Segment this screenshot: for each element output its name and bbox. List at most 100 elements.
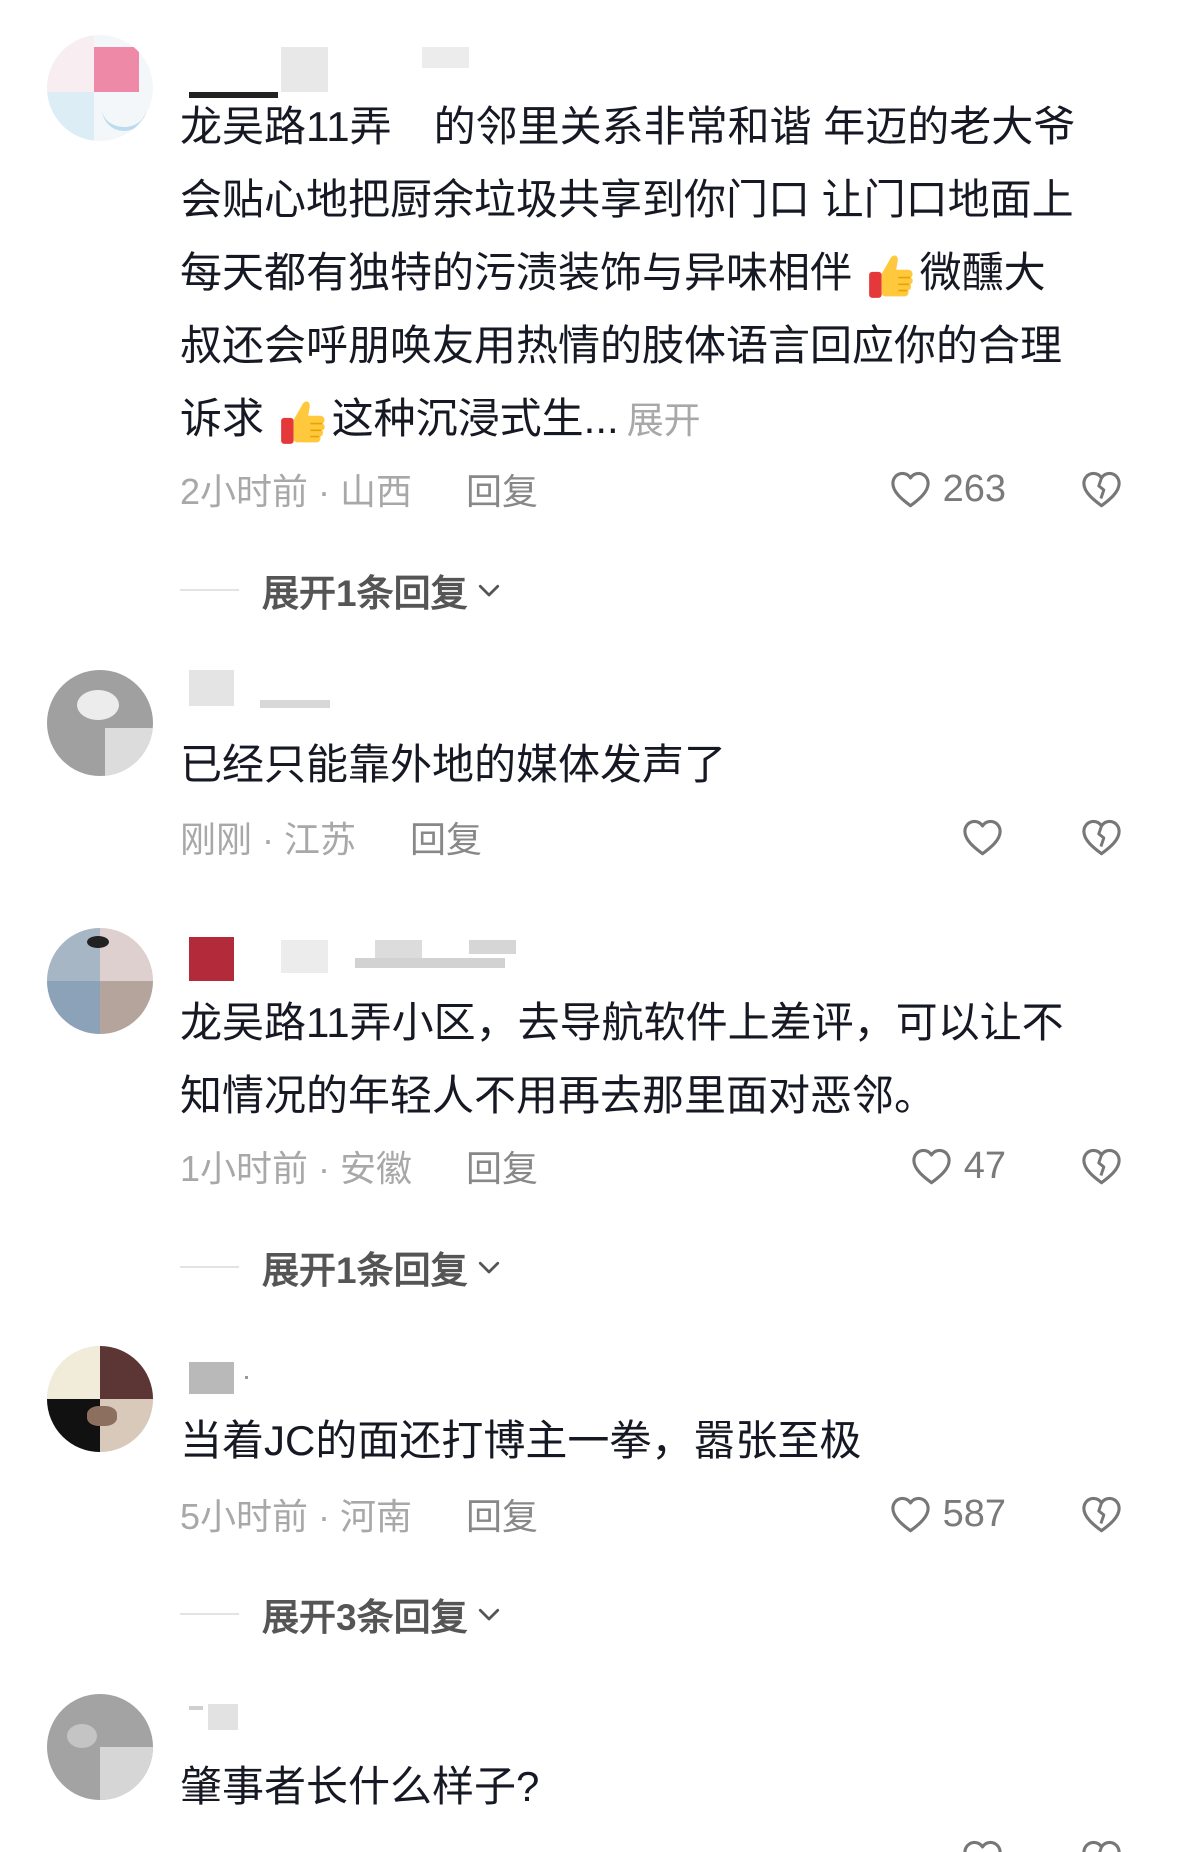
- line-text: 会贴心地把厨余垃圾共享到你门口 让门口地面上: [180, 176, 1074, 223]
- comment-text: 龙吴路11弄 的邻里关系非常和谐 年迈的老大爷 会贴心地把厨余垃圾共享到你门口 …: [180, 90, 1140, 455]
- like-count: 263: [942, 467, 1006, 510]
- username-redacted[interactable]: [260, 700, 330, 708]
- comment-text: 已经只能靠外地的媒体发声了: [180, 728, 1140, 801]
- comment-meta: 刚刚 · 江苏 回复: [180, 812, 482, 862]
- username-redacted[interactable]: [281, 940, 328, 973]
- username-redacted[interactable]: [355, 958, 505, 968]
- expand-replies-label: 展开1条回复: [262, 1250, 468, 1291]
- username-redacted[interactable]: [189, 1706, 203, 1710]
- expand-replies-button[interactable]: 展开1条回复: [180, 565, 504, 615]
- like-button[interactable]: [959, 1835, 1006, 1852]
- like-button[interactable]: 263: [887, 464, 1006, 514]
- comment-meta-bar: 刚刚 · 江苏 回复: [0, 812, 1179, 862]
- line-text: 龙吴路11弄 的邻里关系非常和谐 年迈的老大爷: [180, 103, 1076, 150]
- comment-text-line: 会贴心地把厨余垃圾共享到你门口 让门口地面上: [180, 163, 1140, 236]
- username-redacted[interactable]: [189, 670, 234, 706]
- avatar-mosaic-tile: [102, 105, 146, 131]
- avatar[interactable]: [47, 1694, 153, 1800]
- comment-meta-bar: 5小时前 · 河南 回复 587: [0, 1489, 1179, 1539]
- comment-text-line: 龙吴路11弄小区，去导航软件上差评，可以让不: [180, 986, 1140, 1059]
- username-redacted[interactable]: [281, 47, 328, 92]
- avatar-mosaic-tile: [47, 1346, 100, 1399]
- comment-text-line: 诉求 这种沉浸式生... 展开: [180, 382, 1140, 455]
- comment-text: 当着JC的面还打博主一拳，嚣张至极: [180, 1404, 1140, 1477]
- like-count: 47: [963, 1144, 1006, 1187]
- comment-meta-bar: 2小时前 · 山西 回复 263: [0, 464, 1179, 514]
- comment-item: 当着JC的面还打博主一拳，嚣张至极 5小时前 · 河南 回复 587 展开3条回…: [0, 1346, 1179, 1646]
- avatar-mosaic-tile: [105, 728, 153, 776]
- comment-meta-bar: 1小时前 · 安徽 回复 47: [0, 1141, 1179, 1191]
- dislike-button[interactable]: [1078, 1141, 1125, 1191]
- time-location: 刚刚 · 江苏: [180, 819, 356, 860]
- comment-meta: 5小时前 · 河南 回复: [180, 1489, 538, 1539]
- avatar-mosaic-tile: [47, 981, 100, 1034]
- username-redacted[interactable]: [208, 1704, 238, 1730]
- avatar-mosaic-tile: [47, 35, 94, 92]
- avatar-mosaic-tile: [87, 936, 109, 948]
- chevron-down-icon: [474, 1252, 504, 1282]
- username-redacted[interactable]: [189, 1362, 234, 1394]
- broken-heart-icon: [1078, 1143, 1125, 1190]
- comment-item: 龙吴路11弄 的邻里关系非常和谐 年迈的老大爷 会贴心地把厨余垃圾共享到你门口 …: [0, 35, 1179, 620]
- username-redacted[interactable]: [422, 47, 469, 68]
- avatar[interactable]: [47, 1346, 153, 1452]
- chevron-down-icon: [474, 575, 504, 605]
- expand-replies-button[interactable]: 展开3条回复: [180, 1589, 504, 1639]
- line-text: 已经只能靠外地的媒体发声了: [180, 741, 727, 788]
- broken-heart-icon: [1078, 1491, 1125, 1538]
- username-redacted[interactable]: [469, 940, 516, 954]
- heart-outline-icon: [887, 1491, 934, 1538]
- dislike-button[interactable]: [1078, 1489, 1125, 1539]
- line-text: 龙吴路11弄小区，去导航软件上差评，可以让不: [180, 999, 1064, 1046]
- reply-button[interactable]: 回复: [466, 1488, 538, 1540]
- thumbs-up-icon: [866, 251, 916, 301]
- line-text: 每天都有独特的污渍装饰与异味相伴: [180, 249, 864, 296]
- heart-outline-icon: [887, 466, 934, 513]
- heart-outline-icon: [959, 814, 1006, 861]
- divider-line: [180, 589, 239, 591]
- avatar[interactable]: [47, 35, 153, 141]
- broken-heart-icon: [1078, 1835, 1125, 1852]
- comment-text-line: 肇事者长什么样子?: [180, 1750, 1140, 1823]
- dislike-button[interactable]: [1078, 1835, 1125, 1852]
- avatar-mosaic-tile: [100, 1346, 153, 1399]
- avatar-mosaic-tile: [77, 690, 119, 720]
- username-redacted[interactable]: [189, 937, 234, 981]
- line-text: 叔还会呼朋唤友用热情的肢体语言回应你的合理: [180, 322, 1063, 369]
- comment-text-line: 叔还会呼朋唤友用热情的肢体语言回应你的合理: [180, 309, 1140, 382]
- reply-button[interactable]: 回复: [466, 463, 538, 515]
- dislike-button[interactable]: [1078, 464, 1125, 514]
- expand-text-button[interactable]: 展开: [627, 400, 701, 441]
- comment-item: 肇事者长什么样子?: [0, 1694, 1179, 1852]
- broken-heart-icon: [1078, 814, 1125, 861]
- expand-replies-button[interactable]: 展开1条回复: [180, 1242, 504, 1292]
- avatar-mosaic-tile: [100, 981, 153, 1034]
- avatar-mosaic-tile: [100, 928, 153, 981]
- avatar-mosaic-tile: [100, 1747, 153, 1800]
- line-text: 当着JC的面还打博主一拳，嚣张至极: [180, 1417, 862, 1464]
- username-redacted[interactable]: [375, 940, 422, 960]
- comment-meta: 2小时前 · 山西 回复: [180, 464, 538, 514]
- reply-button[interactable]: 回复: [410, 811, 482, 863]
- avatar[interactable]: [47, 670, 153, 776]
- reply-button[interactable]: 回复: [466, 1140, 538, 1192]
- like-button[interactable]: [959, 812, 1006, 862]
- like-button[interactable]: 47: [908, 1141, 1006, 1191]
- like-button[interactable]: 587: [887, 1489, 1006, 1539]
- avatar-mosaic-tile: [94, 47, 139, 92]
- broken-heart-icon: [1078, 466, 1125, 513]
- heart-outline-icon: [959, 1835, 1006, 1852]
- time-location: 2小时前 · 山西: [180, 471, 413, 512]
- dislike-button[interactable]: [1078, 812, 1125, 862]
- avatar[interactable]: [47, 928, 153, 1034]
- comment-text-line: 龙吴路11弄 的邻里关系非常和谐 年迈的老大爷: [180, 90, 1140, 163]
- username-redacted[interactable]: [245, 1376, 248, 1379]
- expand-replies-label: 展开3条回复: [262, 1597, 468, 1638]
- avatar-mosaic-tile: [47, 92, 94, 141]
- line-text: 微醺大: [919, 249, 1046, 296]
- avatar-mosaic-tile: [87, 1406, 117, 1426]
- line-text: 诉求: [180, 395, 276, 442]
- time-location: 1小时前 · 安徽: [180, 1148, 413, 1189]
- chevron-down-icon: [474, 1599, 504, 1629]
- line-text: 知情况的年轻人不用再去那里面对恶邻。: [180, 1072, 937, 1119]
